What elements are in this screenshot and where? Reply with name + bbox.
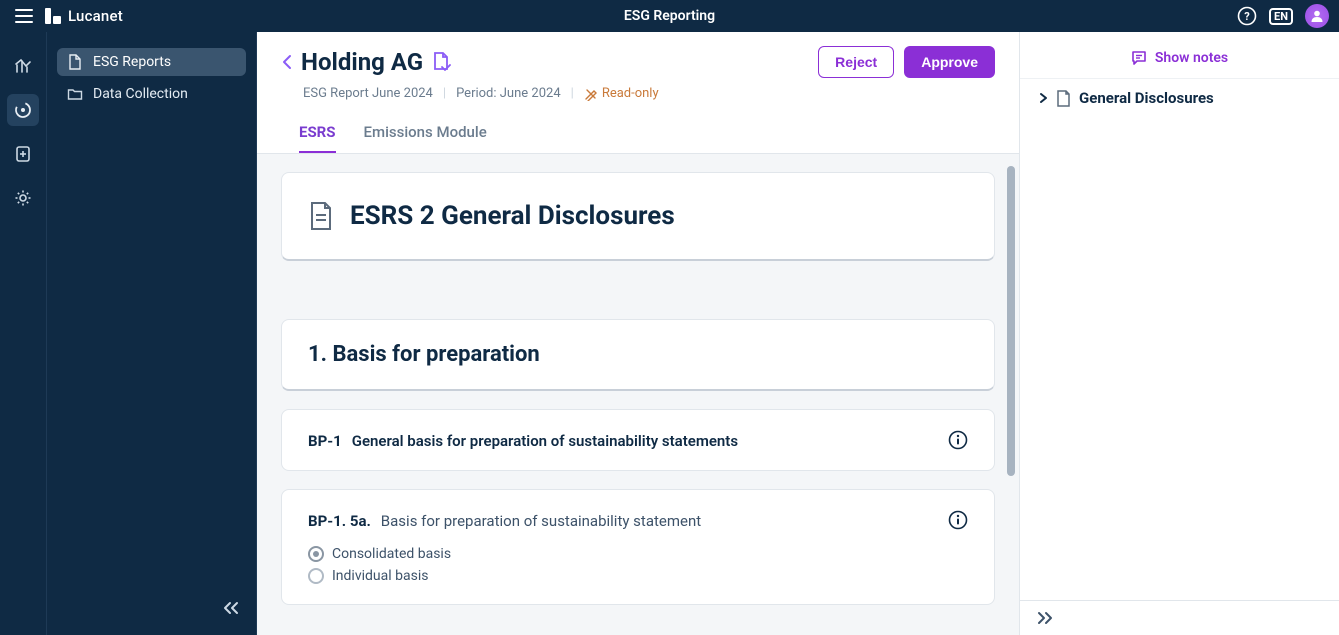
- disclosure-title: General basis for preparation of sustain…: [352, 432, 738, 450]
- tree-item-label: General Disclosures: [1079, 89, 1214, 107]
- svg-text:?: ?: [1244, 10, 1250, 23]
- chat-icon: [1131, 50, 1147, 66]
- radio-individual-basis[interactable]: Individual basis: [308, 568, 968, 584]
- separator: |: [571, 86, 574, 101]
- tab-emissions[interactable]: Emissions Module: [364, 115, 487, 153]
- rail-reports-icon[interactable]: [7, 138, 39, 170]
- scrollbar[interactable]: [1007, 166, 1015, 476]
- section-heading: 1. Basis for preparation: [308, 342, 968, 367]
- main-heading: ESRS 2 General Disclosures: [350, 201, 675, 231]
- back-icon[interactable]: [281, 53, 293, 71]
- period-label: Period: June 2024: [456, 86, 561, 101]
- disclosure-code: BP-1. 5a.: [308, 512, 371, 530]
- card-main-heading: ESRS 2 General Disclosures: [281, 172, 995, 261]
- expand-panel-icon[interactable]: [1036, 611, 1323, 625]
- radio-icon: [308, 546, 324, 562]
- right-panel: Show notes General Disclosures: [1019, 32, 1339, 635]
- tab-esrs[interactable]: ESRS: [299, 115, 336, 153]
- page-title: ESG Reporting: [624, 8, 715, 24]
- sidebar-item-label: Data Collection: [93, 86, 188, 102]
- radio-label: Individual basis: [332, 568, 428, 584]
- nav-rail: [0, 32, 47, 635]
- brand-name: Lucanet: [68, 7, 123, 25]
- info-icon[interactable]: [948, 430, 968, 450]
- disclosure-code: BP-1: [308, 432, 342, 450]
- folder-icon: [67, 86, 83, 102]
- reject-button[interactable]: Reject: [818, 46, 894, 78]
- sidebar-item-label: ESG Reports: [93, 54, 171, 70]
- rail-settings-icon[interactable]: [7, 182, 39, 214]
- info-icon[interactable]: [948, 510, 968, 530]
- sidebar: ESG Reports Data Collection: [47, 32, 257, 635]
- help-icon[interactable]: ?: [1237, 6, 1257, 26]
- collapse-sidebar-icon[interactable]: [222, 601, 240, 615]
- document-status-icon: [431, 51, 451, 73]
- document-icon: [1056, 90, 1071, 107]
- chevron-right-icon: [1038, 92, 1048, 104]
- radio-label: Consolidated basis: [332, 546, 451, 562]
- document-icon: [308, 201, 334, 231]
- show-notes-label: Show notes: [1155, 50, 1228, 66]
- readonly-badge: Read-only: [584, 86, 659, 101]
- sidebar-item-esg-reports[interactable]: ESG Reports: [57, 48, 246, 76]
- language-selector[interactable]: EN: [1269, 8, 1293, 25]
- content-header: Holding AG Reject Approve ESG Report Jun…: [257, 32, 1019, 154]
- hamburger-menu-icon[interactable]: [10, 2, 38, 30]
- card-section-heading: 1. Basis for preparation: [281, 319, 995, 391]
- content-area: Holding AG Reject Approve ESG Report Jun…: [257, 32, 1019, 635]
- tree-item-general-disclosures[interactable]: General Disclosures: [1038, 89, 1321, 107]
- rail-esg-icon[interactable]: [7, 94, 39, 126]
- card-bp1-5a: BP-1. 5a. Basis for preparation of susta…: [281, 489, 995, 605]
- brand-mark-icon: [44, 7, 62, 25]
- sidebar-item-data-collection[interactable]: Data Collection: [57, 80, 246, 108]
- disclosure-title: Basis for preparation of sustainability …: [381, 512, 701, 530]
- report-name: ESG Report June 2024: [303, 86, 433, 101]
- scroll-area: ESRS 2 General Disclosures 1. Basis for …: [257, 154, 1019, 635]
- top-bar: Lucanet ESG Reporting ? EN: [0, 0, 1339, 32]
- card-bp1: BP-1 General basis for preparation of su…: [281, 409, 995, 471]
- document-icon: [67, 54, 83, 70]
- show-notes-button[interactable]: Show notes: [1131, 50, 1228, 66]
- approve-button[interactable]: Approve: [904, 46, 995, 78]
- radio-consolidated-basis[interactable]: Consolidated basis: [308, 546, 968, 562]
- rail-dashboard-icon[interactable]: [7, 50, 39, 82]
- readonly-icon: [584, 87, 598, 101]
- brand-logo: Lucanet: [44, 7, 123, 25]
- radio-icon: [308, 568, 324, 584]
- entity-title: Holding AG: [301, 48, 423, 76]
- user-avatar[interactable]: [1305, 4, 1329, 28]
- tab-bar: ESRS Emissions Module: [281, 115, 995, 153]
- separator: |: [443, 86, 446, 101]
